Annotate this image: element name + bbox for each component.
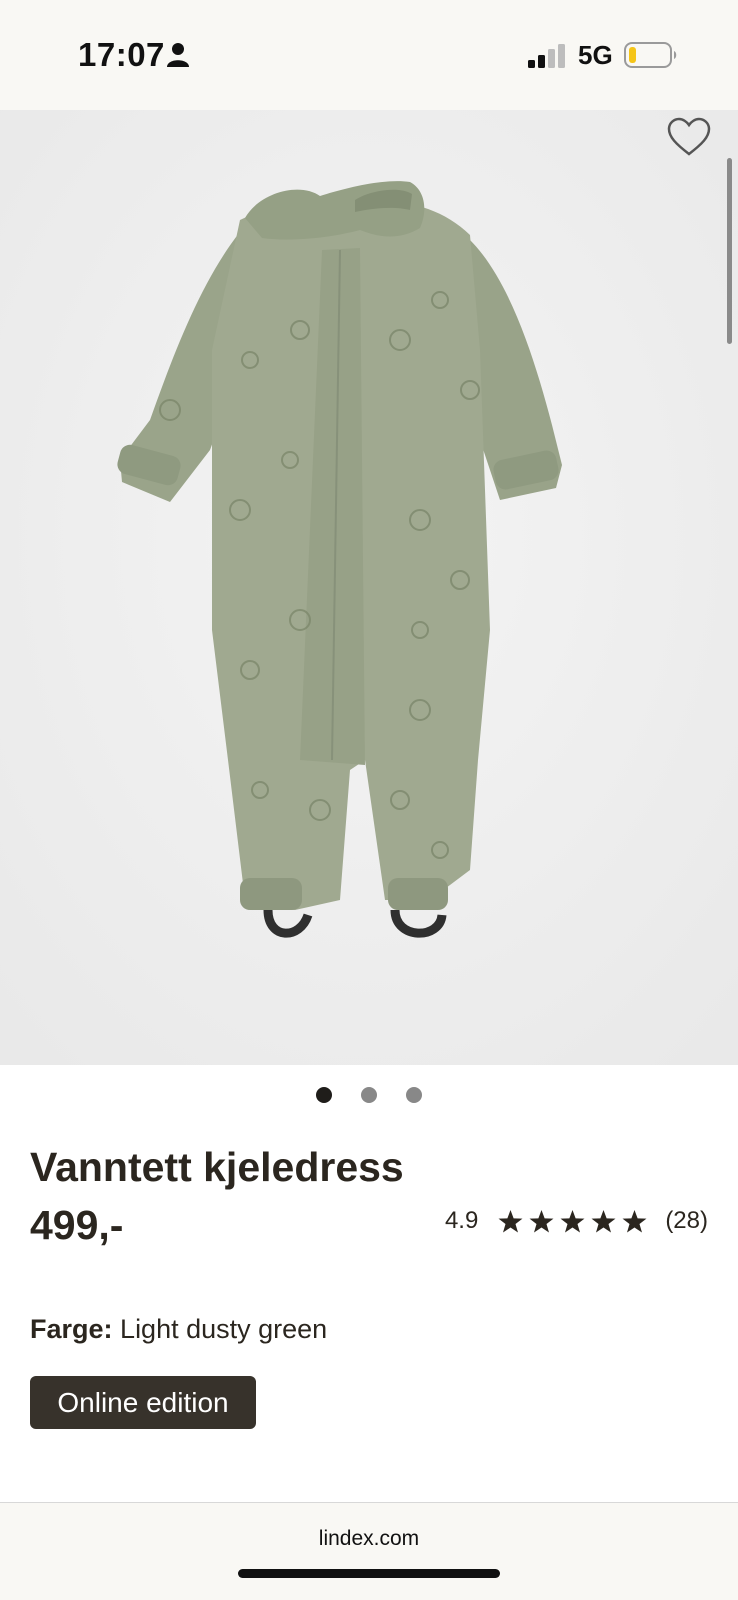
star-icon: [622, 1209, 647, 1233]
signal-icon: [528, 44, 565, 68]
product-title: Vanntett kjeledress: [30, 1144, 404, 1190]
home-indicator[interactable]: [238, 1569, 500, 1578]
color-label: Farge:: [30, 1314, 113, 1344]
network-type: 5G: [578, 40, 613, 70]
product-rating[interactable]: 4.9 (28): [445, 1207, 708, 1235]
scrollbar[interactable]: [727, 158, 732, 344]
gallery-pagination: [0, 1087, 738, 1103]
battery-icon: [624, 42, 677, 68]
pagination-dot-2[interactable]: [361, 1087, 377, 1103]
color-info: Farge: Light dusty green: [30, 1314, 327, 1345]
product-price: 499,-: [30, 1202, 124, 1248]
rating-value: 4.9: [444, 1207, 479, 1234]
rating-count[interactable]: (28): [665, 1207, 708, 1235]
pagination-dot-1[interactable]: [316, 1087, 332, 1103]
star-icon: [529, 1209, 554, 1233]
url-text[interactable]: lindex.com: [0, 1527, 738, 1551]
product-image[interactable]: [0, 110, 738, 1065]
status-bar: 17:07 5G: [0, 0, 738, 110]
heart-icon[interactable]: [666, 116, 712, 160]
color-value: Light dusty green: [120, 1314, 328, 1344]
product-gallery[interactable]: [0, 110, 738, 1065]
star-icon: [591, 1209, 616, 1233]
person-icon: [167, 43, 189, 67]
browser-address-bar[interactable]: lindex.com: [0, 1502, 738, 1600]
status-time: 17:07: [78, 36, 165, 73]
pagination-dot-3[interactable]: [406, 1087, 422, 1103]
star-icon: [498, 1209, 523, 1233]
rating-stars: [498, 1209, 647, 1234]
online-edition-badge: Online edition: [30, 1376, 256, 1429]
star-icon: [560, 1209, 585, 1233]
